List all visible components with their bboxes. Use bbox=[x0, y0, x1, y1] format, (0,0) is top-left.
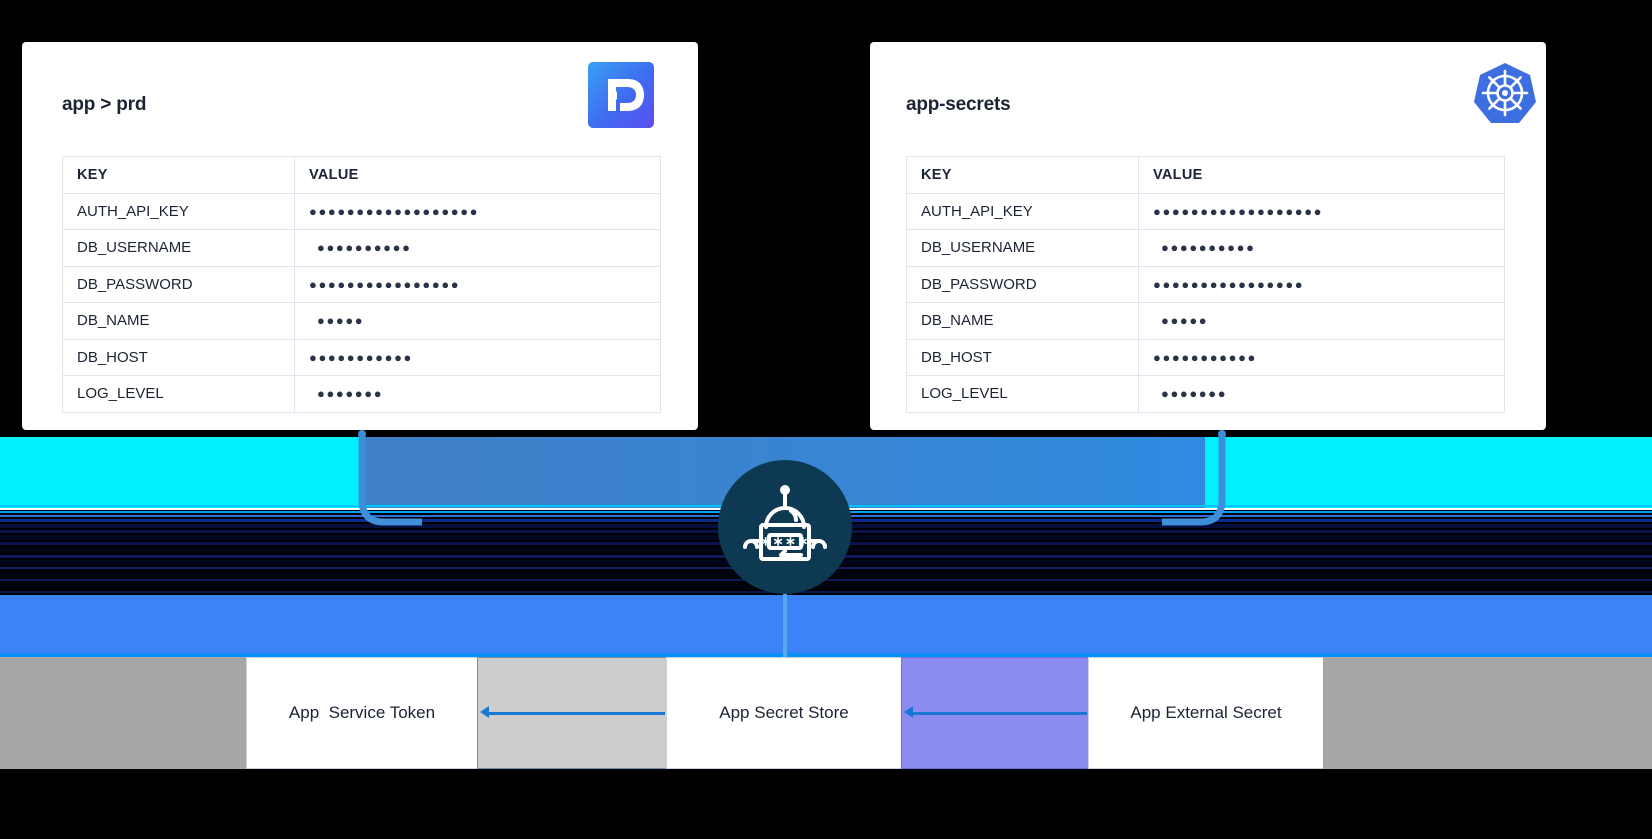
kv-key: DB_USERNAME bbox=[906, 229, 1139, 267]
doppler-card: app > prd KEY VALUE AUTH_API_KEY ●●●●●●●… bbox=[22, 42, 698, 430]
kv-value: ●●●●●●●●●●● bbox=[294, 338, 661, 376]
kubernetes-card-title: app-secrets bbox=[906, 94, 1011, 115]
kv-value: ●●●●●●●●●●● bbox=[1138, 338, 1505, 376]
kv-key: AUTH_API_KEY bbox=[62, 192, 295, 230]
arrow-head-token bbox=[480, 706, 489, 718]
lower-blue-band bbox=[0, 595, 1652, 657]
table-header-row: KEY VALUE bbox=[62, 156, 661, 194]
kv-key: LOG_LEVEL bbox=[62, 375, 295, 413]
kv-value: ●●●●●●●●●●●●●●●● bbox=[294, 265, 661, 303]
table-row: DB_USERNAME ●●●●●●●●●● bbox=[906, 229, 1505, 267]
kv-key: LOG_LEVEL bbox=[906, 375, 1139, 413]
table-row: DB_HOST ●●●●●●●●●●● bbox=[906, 338, 1505, 376]
password-mask-text: ∗∗∗∗ bbox=[760, 534, 810, 549]
table-row: DB_USERNAME ●●●●●●●●●● bbox=[62, 229, 661, 267]
kv-key: DB_HOST bbox=[906, 338, 1139, 376]
kv-key: DB_NAME bbox=[62, 302, 295, 340]
column-header-key: KEY bbox=[906, 156, 1139, 194]
kv-value: ●●●●●●●●●●●●●●●●●● bbox=[294, 192, 661, 230]
table-row: DB_HOST ●●●●●●●●●●● bbox=[62, 338, 661, 376]
connector-elbow-left bbox=[358, 430, 422, 526]
table-row: DB_PASSWORD ●●●●●●●●●●●●●●●● bbox=[62, 265, 661, 303]
app-service-token-box[interactable]: App Service Token bbox=[246, 657, 478, 769]
table-row: AUTH_API_KEY ●●●●●●●●●●●●●●●●●● bbox=[62, 192, 661, 230]
kv-value: ●●●●● bbox=[1138, 302, 1505, 340]
app-service-token-label: App Service Token bbox=[288, 703, 436, 722]
kv-value: ●●●●●●● bbox=[1138, 375, 1505, 413]
kv-key: AUTH_API_KEY bbox=[906, 192, 1139, 230]
kv-key: DB_PASSWORD bbox=[906, 265, 1139, 303]
kv-key: DB_NAME bbox=[906, 302, 1139, 340]
kubernetes-kv-table: KEY VALUE AUTH_API_KEY ●●●●●●●●●●●●●●●●●… bbox=[906, 156, 1505, 413]
doppler-logo-icon bbox=[588, 62, 654, 128]
kv-value: ●●●●● bbox=[294, 302, 661, 340]
kv-value: ●●●●●●●●●●●●●●●●●● bbox=[1138, 192, 1505, 230]
app-secret-store-label: App Secret Store bbox=[719, 703, 849, 722]
column-header-key: KEY bbox=[62, 156, 295, 194]
table-row: LOG_LEVEL ●●●●●●● bbox=[906, 375, 1505, 413]
kubernetes-logo-icon bbox=[1472, 60, 1538, 126]
table-row: DB_PASSWORD ●●●●●●●●●●●●●●●● bbox=[906, 265, 1505, 303]
cyan-band-left bbox=[0, 437, 362, 509]
app-secret-store-box[interactable]: App Secret Store bbox=[666, 657, 902, 769]
robot-badge: ∗∗∗∗ bbox=[718, 460, 852, 594]
robot-connector-stem bbox=[783, 592, 787, 664]
app-external-secret-label: App External Secret bbox=[1130, 703, 1282, 722]
doppler-kv-table: KEY VALUE AUTH_API_KEY ●●●●●●●●●●●●●●●●●… bbox=[62, 156, 661, 413]
kv-value: ●●●●●●●●●●●●●●●● bbox=[1138, 265, 1505, 303]
kv-key: DB_HOST bbox=[62, 338, 295, 376]
cyan-band-right bbox=[1205, 437, 1652, 509]
arrow-line-secret bbox=[911, 712, 1087, 715]
grey-block-far-right bbox=[1323, 657, 1652, 769]
kv-key: DB_PASSWORD bbox=[62, 265, 295, 303]
column-header-value: VALUE bbox=[1138, 156, 1505, 194]
grey-block-far-left bbox=[0, 657, 258, 769]
arrow-head-secret bbox=[904, 706, 913, 718]
kv-value: ●●●●●●●●●● bbox=[294, 229, 661, 267]
robot-password-icon: ∗∗∗∗ bbox=[743, 485, 827, 561]
table-row: AUTH_API_KEY ●●●●●●●●●●●●●●●●●● bbox=[906, 192, 1505, 230]
kubernetes-card: app-secrets KEY VALUE AUTH_API_KEY ●●●●●… bbox=[870, 42, 1546, 430]
app-external-secret-box[interactable]: App External Secret bbox=[1088, 657, 1324, 769]
kv-value: ●●●●●●● bbox=[294, 375, 661, 413]
column-header-value: VALUE bbox=[294, 156, 661, 194]
table-row: DB_NAME ●●●●● bbox=[906, 302, 1505, 340]
kv-value: ●●●●●●●●●● bbox=[1138, 229, 1505, 267]
table-row: LOG_LEVEL ●●●●●●● bbox=[62, 375, 661, 413]
table-header-row: KEY VALUE bbox=[906, 156, 1505, 194]
kv-key: DB_USERNAME bbox=[62, 229, 295, 267]
arrow-line-token bbox=[487, 712, 665, 715]
doppler-card-title: app > prd bbox=[62, 94, 147, 115]
connector-elbow-right bbox=[1162, 430, 1226, 526]
table-row: DB_NAME ●●●●● bbox=[62, 302, 661, 340]
